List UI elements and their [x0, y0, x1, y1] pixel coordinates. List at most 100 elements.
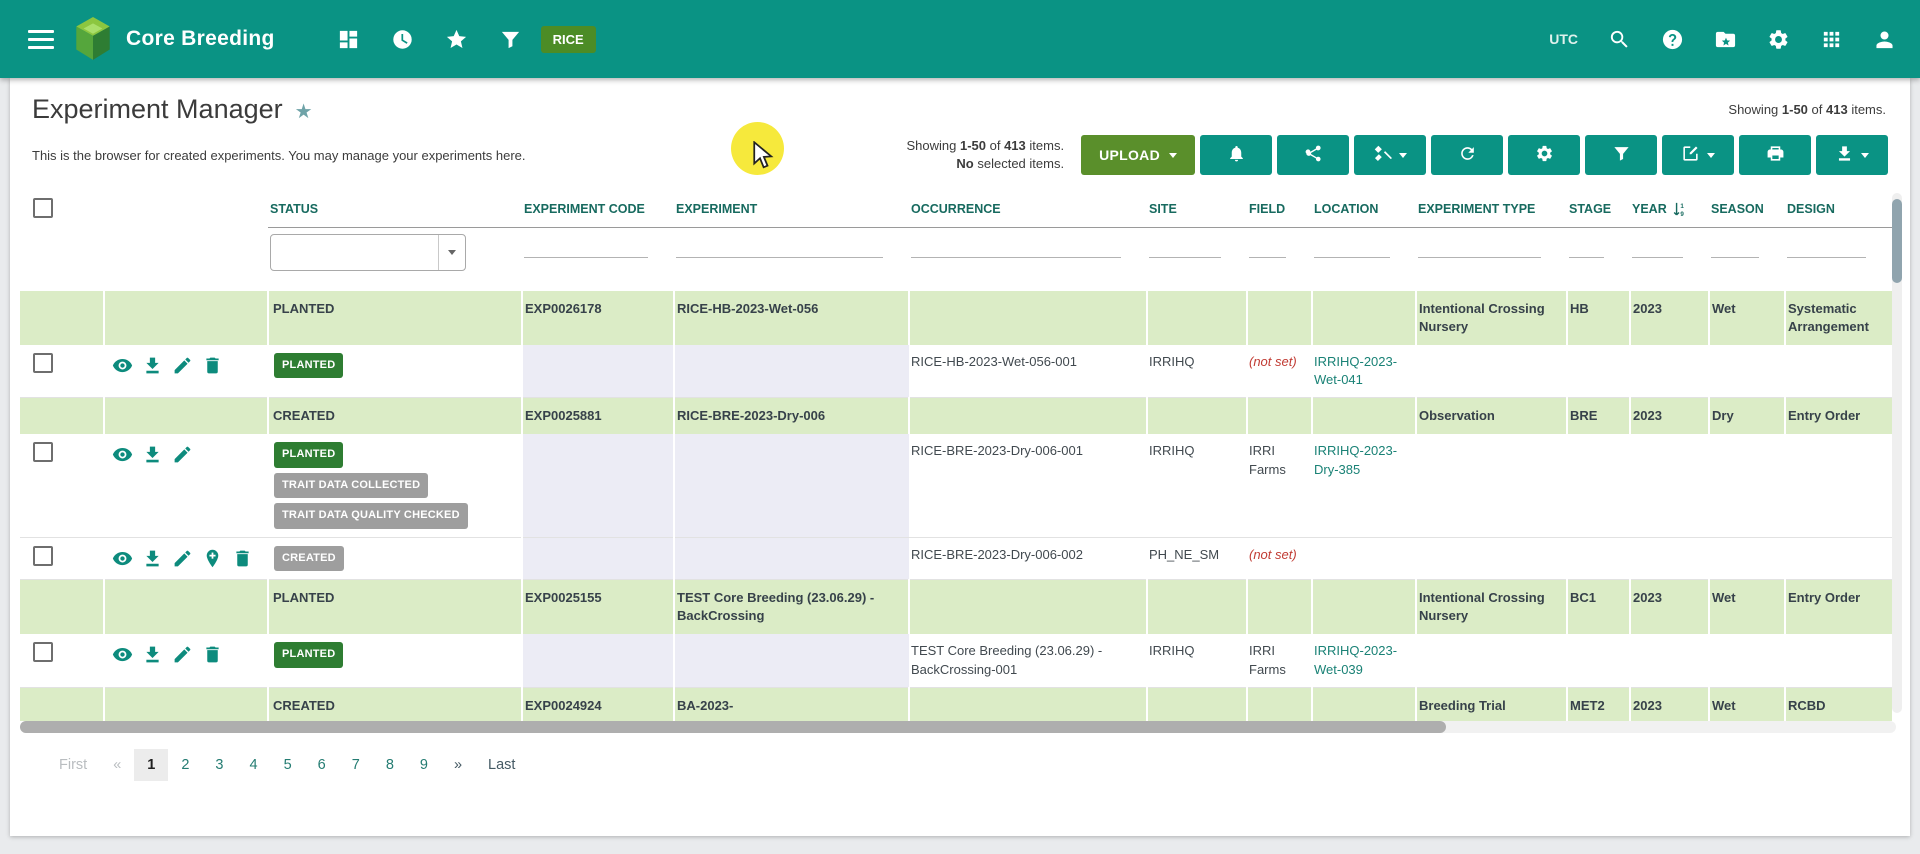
experiment-group-row: CREATEDEXP0025881RICE-BRE-2023-Dry-006Ob…: [20, 398, 1892, 435]
pagination-first[interactable]: First: [46, 749, 100, 781]
filter-input-site[interactable]: [1149, 234, 1221, 258]
location-link[interactable]: IRRIHQ-2023-Wet-039: [1314, 643, 1397, 676]
row-checkbox[interactable]: [33, 546, 53, 566]
cell-experiment: TEST Core Breeding (23.06.29) -BackCross…: [674, 580, 909, 635]
clock-icon[interactable]: [391, 27, 415, 51]
cell-experiment-code: EXP0025155: [522, 580, 674, 635]
view-action-icon[interactable]: [112, 644, 133, 665]
gear-icon[interactable]: [1766, 27, 1790, 51]
cell-year: 2023: [1630, 580, 1709, 635]
export-button[interactable]: [1816, 135, 1888, 175]
pagination-page-4[interactable]: 4: [237, 749, 271, 781]
status-filter-select[interactable]: [270, 234, 466, 271]
upload-button[interactable]: UPLOAD: [1081, 135, 1195, 175]
filter-input-experiment[interactable]: [676, 234, 883, 258]
cell-site: IRRIHQ: [1147, 345, 1247, 398]
row-checkbox[interactable]: [33, 353, 53, 373]
column-header-experiment[interactable]: EXPERIMENT: [674, 191, 909, 227]
add-planting-action-icon[interactable]: [202, 548, 223, 569]
filter-input-stage[interactable]: [1569, 234, 1604, 258]
horizontal-scrollbar-thumb[interactable]: [20, 721, 1446, 733]
favorite-star-icon[interactable]: ★: [295, 99, 313, 124]
gear-icon: [1535, 144, 1554, 166]
filter-input-experiment-code[interactable]: [524, 234, 648, 258]
download-action-icon[interactable]: [142, 548, 163, 569]
edit-action-icon[interactable]: [172, 644, 193, 665]
view-action-icon[interactable]: [112, 548, 133, 569]
filter-button[interactable]: [1585, 135, 1657, 175]
delete-action-icon[interactable]: [232, 548, 253, 569]
filter-input-design[interactable]: [1787, 234, 1866, 258]
column-header-stage[interactable]: STAGE: [1567, 191, 1630, 227]
filter-icon[interactable]: [499, 27, 523, 51]
dashboard-icon[interactable]: [337, 27, 361, 51]
pagination-page-8[interactable]: 8: [373, 749, 407, 781]
delete-action-icon[interactable]: [202, 355, 223, 376]
filter-input-location[interactable]: [1314, 234, 1390, 258]
settings-button[interactable]: [1508, 135, 1580, 175]
column-header-year[interactable]: YEAR19: [1630, 191, 1709, 227]
pagination-page-9[interactable]: 9: [407, 749, 441, 781]
filter-input-season[interactable]: [1711, 234, 1759, 258]
pagination-page-6[interactable]: 6: [305, 749, 339, 781]
help-icon[interactable]: [1660, 27, 1684, 51]
filter-input-field[interactable]: [1249, 234, 1286, 258]
column-header-site[interactable]: SITE: [1147, 191, 1247, 227]
user-icon[interactable]: [1872, 27, 1896, 51]
pagination-page-3[interactable]: 3: [202, 749, 236, 781]
row-checkbox[interactable]: [33, 642, 53, 662]
cell-experiment-type: Intentional Crossing Nursery: [1416, 580, 1567, 635]
column-header-occurrence[interactable]: OCCURRENCE: [909, 191, 1147, 227]
view-action-icon[interactable]: [112, 355, 133, 376]
row-checkbox[interactable]: [33, 442, 53, 462]
search-icon[interactable]: [1607, 27, 1631, 51]
column-header-status[interactable]: STATUS: [268, 191, 522, 227]
edit-views-button[interactable]: [1662, 135, 1734, 175]
cell-empty: [1247, 580, 1312, 635]
apps-icon[interactable]: [1819, 27, 1843, 51]
filter-input-year[interactable]: [1632, 234, 1683, 258]
column-header-field[interactable]: FIELD: [1247, 191, 1312, 227]
menu-icon[interactable]: [28, 30, 54, 49]
pagination-next[interactable]: »: [441, 749, 475, 781]
select-all-checkbox[interactable]: [33, 198, 53, 218]
location-link[interactable]: IRRIHQ-2023-Dry-385: [1314, 443, 1397, 476]
pagination-prev[interactable]: «: [100, 749, 134, 781]
download-action-icon[interactable]: [142, 444, 163, 465]
pagination-page-5[interactable]: 5: [271, 749, 305, 781]
cell-field: IRRI Farms: [1247, 434, 1312, 537]
filter-input-experiment-type[interactable]: [1418, 234, 1541, 258]
edit-action-icon[interactable]: [172, 355, 193, 376]
crop-badge[interactable]: RICE: [541, 26, 596, 53]
view-action-icon[interactable]: [112, 444, 133, 465]
tools-button[interactable]: [1354, 135, 1426, 175]
cell-empty: [1147, 398, 1247, 435]
share-button[interactable]: [1277, 135, 1349, 175]
pagination-page-1[interactable]: 1: [134, 749, 168, 781]
print-button[interactable]: [1739, 135, 1811, 175]
edit-action-icon[interactable]: [172, 444, 193, 465]
column-header-experiment-type[interactable]: EXPERIMENT TYPE: [1416, 191, 1567, 227]
timezone-label[interactable]: UTC: [1549, 31, 1578, 47]
pagination-last[interactable]: Last: [475, 749, 528, 781]
status-badge: TRAIT DATA COLLECTED: [274, 473, 428, 498]
refresh-button[interactable]: [1431, 135, 1503, 175]
sort-icon[interactable]: 19: [1672, 200, 1687, 219]
folder-star-icon[interactable]: [1713, 27, 1737, 51]
experiment-manager-page: Core Breeding RICE UTC Experiment Manage…: [0, 0, 1920, 854]
pagination-page-7[interactable]: 7: [339, 749, 373, 781]
edit-action-icon[interactable]: [172, 548, 193, 569]
star-icon[interactable]: [445, 27, 469, 51]
pagination-page-2[interactable]: 2: [168, 749, 202, 781]
download-action-icon[interactable]: [142, 644, 163, 665]
column-header-experiment-code[interactable]: EXPERIMENT CODE: [522, 191, 674, 227]
notifications-button[interactable]: [1200, 135, 1272, 175]
download-action-icon[interactable]: [142, 355, 163, 376]
vertical-scrollbar-thumb[interactable]: [1892, 199, 1902, 283]
column-header-season[interactable]: SEASON: [1709, 191, 1785, 227]
location-link[interactable]: IRRIHQ-2023-Wet-041: [1314, 354, 1397, 387]
column-header-design[interactable]: DESIGN: [1785, 191, 1892, 227]
column-header-location[interactable]: LOCATION: [1312, 191, 1416, 227]
filter-input-occurrence[interactable]: [911, 234, 1121, 258]
delete-action-icon[interactable]: [202, 644, 223, 665]
